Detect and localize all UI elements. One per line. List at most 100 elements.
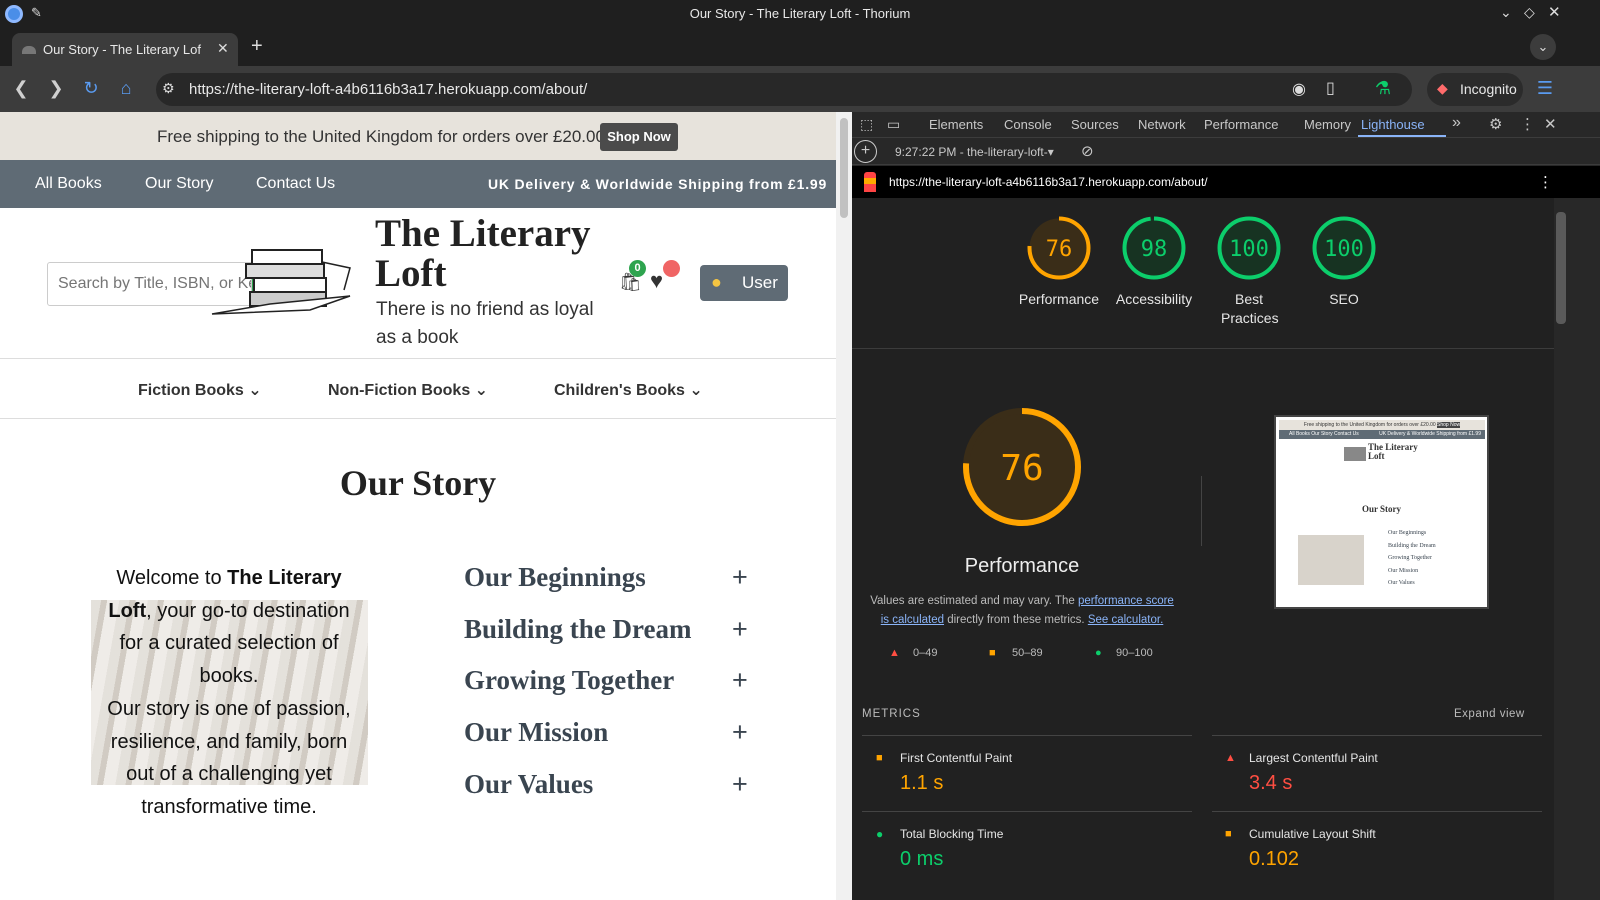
see-calculator-link[interactable]: See calculator. [1088,614,1163,626]
incognito-badge[interactable]: ◆ Incognito [1427,73,1523,106]
metrics-divider [862,811,1192,812]
intro-line: Welcome to The Literary [70,562,388,595]
section-divider [852,348,1554,349]
report-url: https://the-literary-loft-a4b6116b3a17.h… [889,175,1208,189]
site-info-icon[interactable]: ⚙ [162,80,175,97]
new-tab-icon[interactable]: + [251,35,263,58]
report-url-bar: https://the-literary-loft-a4b6116b3a17.h… [852,166,1600,198]
bookmark-icon[interactable]: ▯ [1326,78,1335,98]
metric-fcp-value: 1.1 s [900,772,944,794]
close-devtools-icon[interactable]: ✕ [1544,115,1557,133]
thumb-promo-text: Free shipping to the United Kingdom for … [1303,422,1436,428]
user-button[interactable]: ● User [700,265,788,301]
tab-title: Our Story - The Literary Lof [43,42,201,57]
report-selector[interactable]: 9:27:22 PM - the-literary-loft-▾ [895,145,1054,159]
home-icon[interactable]: ⌂ [115,78,137,98]
accordion-item[interactable]: Growing Together + [464,665,754,705]
minimize-icon[interactable]: ⌄ [1500,4,1512,21]
score-label-best-practices[interactable]: Best Practices [1199,290,1299,328]
settings-gear-icon[interactable]: ⚙ [1489,115,1502,133]
page-scrollbar-thumb[interactable] [840,118,848,218]
thumb-acc-item: Our Values [1388,580,1415,586]
devtools-scrollbar-thumb[interactable] [1556,212,1566,324]
nav-our-story[interactable]: Our Story [145,175,213,193]
tab-console[interactable]: Console [1004,117,1052,132]
wishlist-heart-icon[interactable]: ♥ [650,268,663,294]
accordion-item[interactable]: Our Mission + [464,717,754,757]
more-tabs-icon[interactable]: » [1452,114,1461,132]
score-label-performance[interactable]: Performance [1009,290,1109,309]
intro-text-part: , your go-to destination [146,599,350,622]
page-screenshot-thumbnail[interactable]: Free shipping to the United Kingdom for … [1274,415,1489,609]
score-gauge-value: 100 [1324,237,1364,262]
accordion-title: Our Values [464,769,594,799]
incognito-label: Incognito [1460,81,1517,97]
intro-line: books. [199,665,259,688]
shop-now-button[interactable]: Shop Now [600,123,678,151]
menu-icon[interactable]: ☰ [1534,78,1556,98]
average-square-icon: ■ [876,752,883,764]
accordion-item[interactable]: Our Beginnings + [464,562,754,602]
brand-title-line1: The Literary [375,212,591,255]
forward-icon[interactable]: ❯ [45,78,67,98]
score-label-accessibility[interactable]: Accessibility [1104,290,1204,309]
tab-performance[interactable]: Performance [1204,117,1278,132]
thumb-acc-item: Our Beginnings [1388,530,1427,536]
expand-plus-icon: + [732,665,748,695]
clear-reports-icon[interactable]: ⊘ [1081,142,1094,160]
category-nav: Fiction Books ⌄ Non-Fiction Books ⌄ Chil… [0,359,836,417]
nav-all-books[interactable]: All Books [35,175,102,193]
new-report-icon[interactable]: + [854,140,877,163]
browser-tab[interactable]: Our Story - The Literary Lof ✕ [12,33,238,66]
performance-big-gauge: 76 [963,408,1081,526]
browser-toolbar: ❮ ❯ ↻ ⌂ ⚙ https://the-literary-loft-a4b6… [0,66,1600,112]
tab-memory[interactable]: Memory [1304,117,1351,132]
books-logo [211,249,351,315]
average-square-icon: ■ [989,647,996,659]
tab-sources[interactable]: Sources [1071,117,1119,132]
nav-contact-us[interactable]: Contact Us [256,175,335,193]
brand-title[interactable]: The Literary Loft [375,214,591,294]
accordion-item[interactable]: Building the Dream + [464,614,754,654]
accordion-item[interactable]: Our Values + [464,769,754,809]
url-text: https://the-literary-loft-a4b6116b3a17.h… [189,81,588,98]
maximize-icon[interactable]: ◇ [1524,4,1535,21]
labs-icon[interactable]: ⚗ [1372,78,1394,98]
expand-view-toggle[interactable]: Expand view [1454,708,1525,720]
metric-lcp-value: 3.4 s [1249,772,1293,794]
report-menu-icon[interactable]: ⋮ [1538,173,1553,191]
score-label-seo[interactable]: SEO [1294,290,1394,309]
tagline: There is no friend as loyal as a book [376,296,594,352]
metrics-divider [862,735,1192,736]
metric-cls-value: 0.102 [1249,848,1300,870]
close-tab-icon[interactable]: ✕ [217,40,229,57]
is-calculated-link[interactable]: is calculated [881,614,944,626]
more-options-icon[interactable]: ⋮ [1520,115,1535,133]
tab-lighthouse[interactable]: Lighthouse [1361,117,1425,132]
tagline-line2: as a book [376,327,459,348]
intro-line: out of a challenging yet [126,763,332,786]
tab-search-icon[interactable]: ⌄ [1530,34,1556,60]
devtools-scrollbar[interactable] [1554,198,1600,900]
close-window-icon[interactable]: ✕ [1548,3,1561,21]
thumb-nav-right: UK Delivery & Worldwide Shipping from £1… [1379,431,1481,437]
category-childrens[interactable]: Children's Books ⌄ [554,380,703,400]
tab-elements[interactable]: Elements [929,117,983,132]
tab-network[interactable]: Network [1138,117,1186,132]
address-bar[interactable]: ⚙ https://the-literary-loft-a4b6116b3a17… [156,73,1412,106]
reload-icon[interactable]: ↻ [80,78,102,98]
category-fiction[interactable]: Fiction Books ⌄ [138,380,262,400]
page-scrollbar[interactable] [836,112,852,900]
intro-text: Welcome to The Literary Loft, your go-to… [70,562,388,824]
expand-plus-icon: + [732,562,748,592]
note-text: directly from these metrics. [944,614,1088,626]
back-icon[interactable]: ❮ [10,78,32,98]
category-non-fiction[interactable]: Non-Fiction Books ⌄ [328,380,488,400]
performance-score-link[interactable]: performance score [1078,595,1174,607]
inspect-element-icon[interactable]: ⬚ [860,116,873,133]
eye-off-icon[interactable]: ◉ [1292,79,1306,99]
devtools-tabbar: ⬚ ▭ Elements Console Sources Network Per… [852,112,1600,138]
window-titlebar: ✎ Our Story - The Literary Loft - Thoriu… [0,0,1600,28]
device-toolbar-icon[interactable]: ▭ [887,116,900,133]
thumb-accordion: Our Beginnings Building the Dream Growin… [1388,527,1468,590]
